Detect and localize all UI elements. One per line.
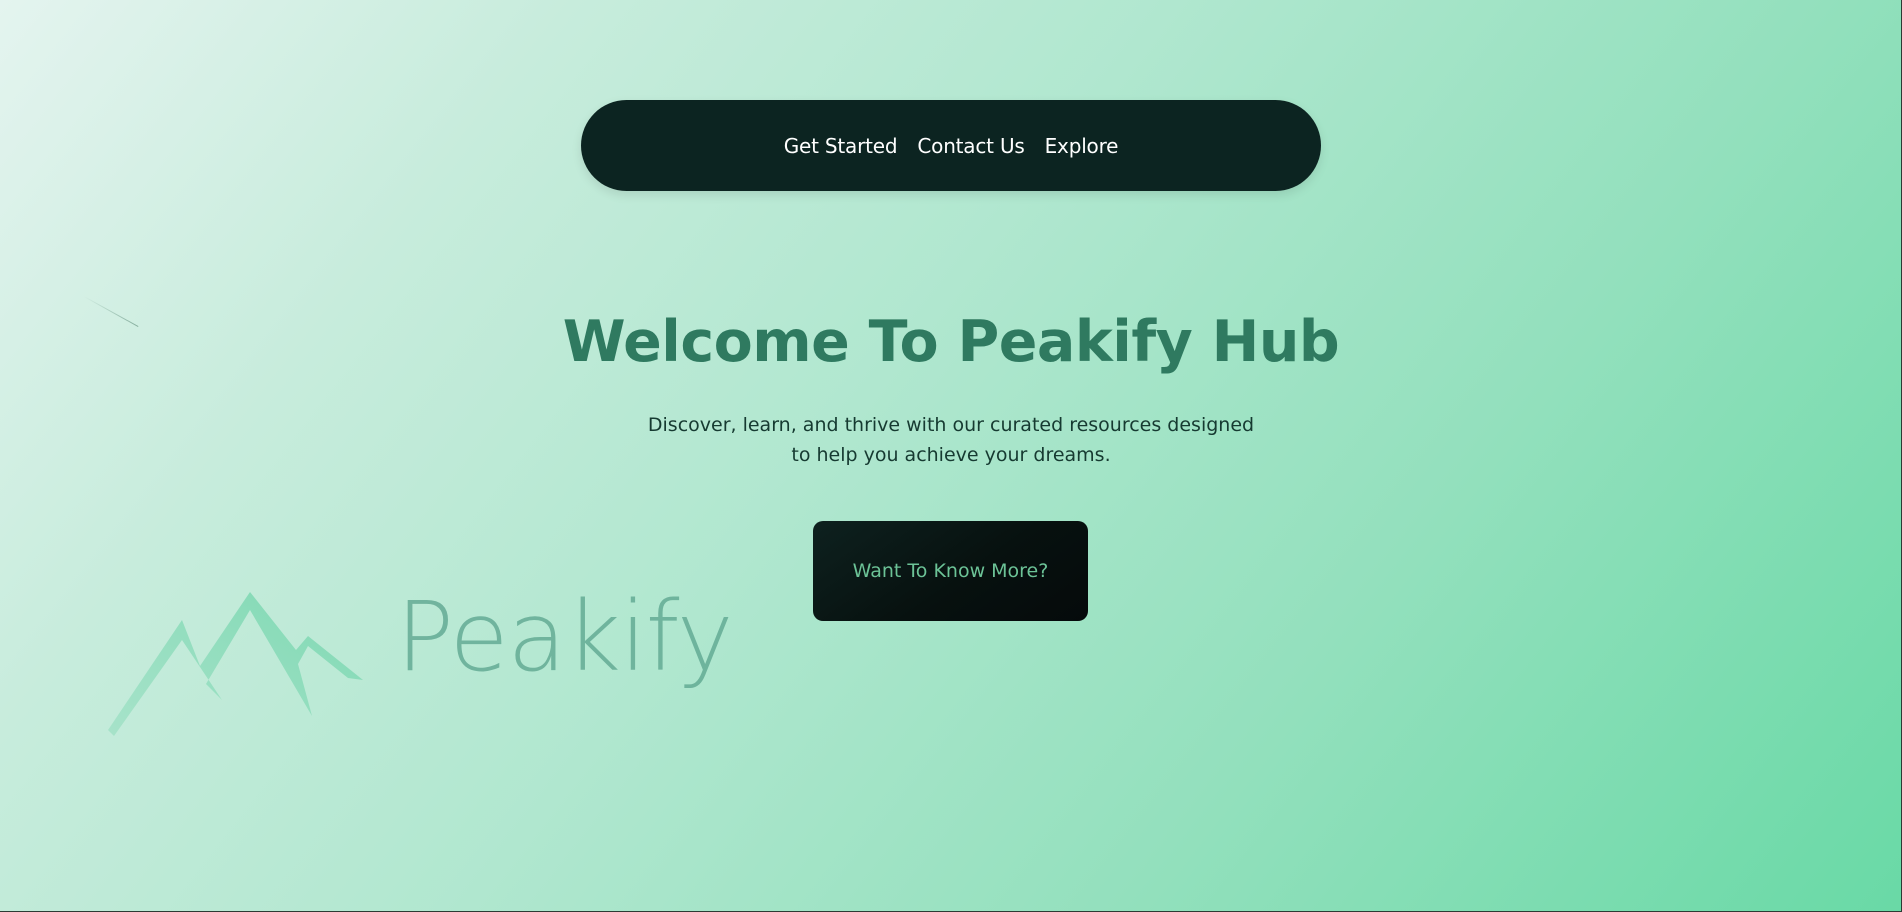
hero-subtitle: Discover, learn, and thrive with our cur… [601,410,1301,470]
nav-link-get-started[interactable]: Get Started [784,134,898,158]
nav-link-explore[interactable]: Explore [1045,134,1119,158]
peakify-logo: Peakify [100,580,780,740]
hero-subtitle-line-2: to help you achieve your dreams. [791,444,1111,466]
hero-subtitle-line-1: Discover, learn, and thrive with our cur… [647,414,1255,436]
nav-link-contact-us[interactable]: Contact Us [917,134,1024,158]
want-to-know-more-button[interactable]: Want To Know More? [813,521,1088,621]
hero-title: Welcome To Peakify Hub [562,309,1340,375]
top-navbar: Get Started Contact Us Explore [581,100,1321,191]
logo-wordmark: Peakify [396,581,734,693]
mountain-peaks-icon [108,592,363,736]
